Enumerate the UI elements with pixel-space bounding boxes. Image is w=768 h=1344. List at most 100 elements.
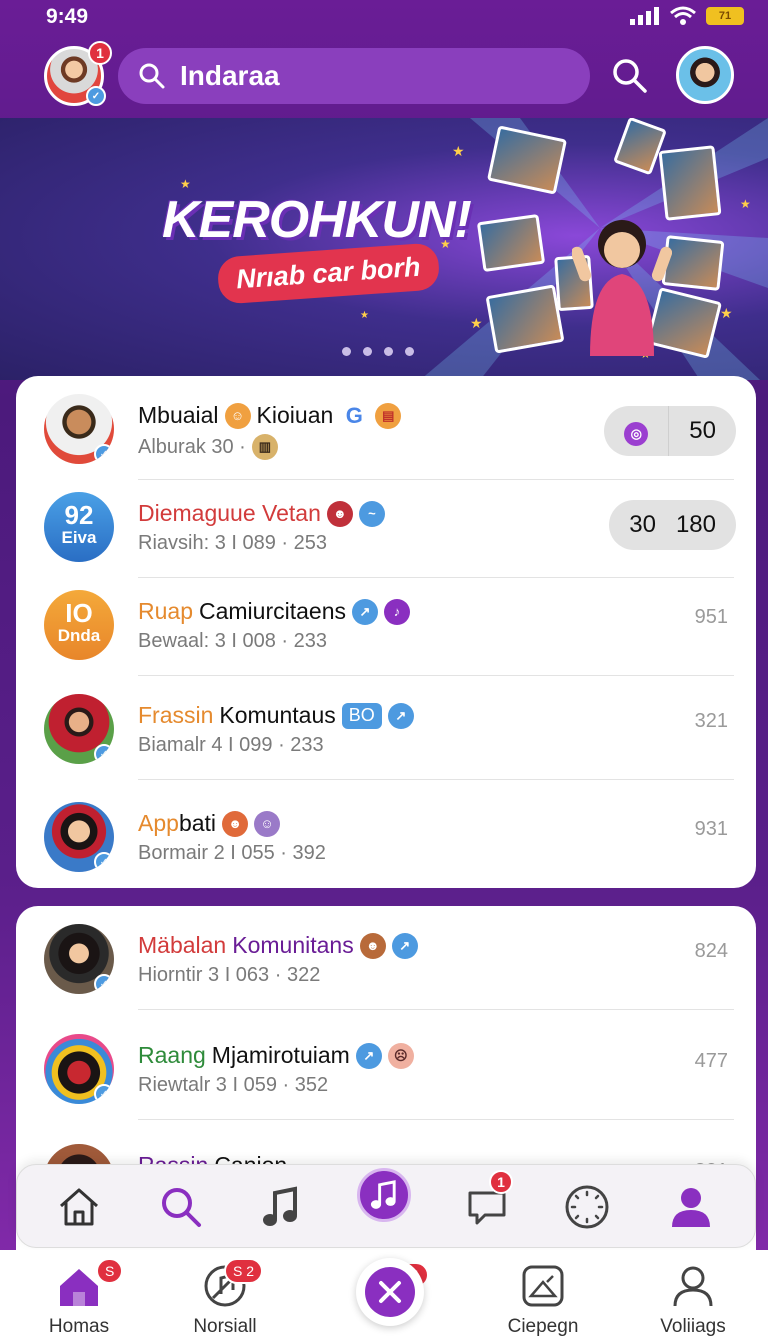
nav-home[interactable]: Homas S [14,1258,144,1338]
nav-badge: S [96,1258,124,1284]
list-item[interactable]: ✓ Mäbalan Komunitans ☻ ↗ Hiorntir 3 I 06… [16,906,756,1010]
pill-value: 50 [689,417,716,444]
verified-icon: ✓ [94,744,114,764]
item-title: Ruap Camiurcitaens ↗ ♪ [138,598,410,625]
person-icon [672,1188,710,1227]
chat-icon: ~ [358,500,385,527]
nav-social[interactable]: Norsiall S 2 [160,1258,290,1338]
nav-create[interactable]: Ciepegn [478,1258,608,1338]
search-icon [139,63,165,89]
pagination-dot[interactable] [363,347,372,356]
pagination-dot[interactable] [342,347,351,356]
tab-bar: 1 [16,1164,756,1248]
music-icon: ♪ [383,598,410,625]
nav-label: Homas [48,1316,110,1337]
status-time: 9:49 [46,5,89,28]
item-meta: Bormair 2 I 055 · 392 [138,842,326,864]
avatar-icon: ☺ [254,810,281,837]
svg-text:★: ★ [720,305,733,321]
item-name: Mbuaial [138,402,219,428]
nav-label: Norsiall [193,1316,257,1337]
tab-music[interactable] [251,1177,311,1237]
search-value: Indaraa [180,60,280,91]
community-avatar: ✓ [44,394,114,464]
item-name: Camiurcitaens [198,598,346,624]
item-name: Komunitans [232,932,354,958]
item-count: 477 [694,1050,728,1072]
item-name: Komuntaus [219,702,336,728]
home-icon [60,1188,98,1226]
close-button[interactable] [356,1258,424,1326]
banner-person [572,220,672,356]
pagination-dot[interactable] [384,347,393,356]
member-count-pill[interactable]: ◎ 50 [604,406,736,456]
tab-search[interactable] [151,1177,211,1237]
badge-text: Dnda [57,626,101,646]
row-divider [138,1119,734,1120]
search-button[interactable] [610,56,650,96]
banner-pagination[interactable] [342,347,414,356]
tab-clock[interactable] [557,1177,617,1237]
item-meta: Riewtalr 3 I 059 · 352 [138,1074,329,1096]
pagination-dot[interactable] [405,347,414,356]
item-name-accent: Raang [138,1042,206,1068]
verified-icon: ✓ [94,444,114,464]
item-name: Diemaguue Vetan [138,500,321,526]
pin-icon: ↗ [387,702,414,729]
list-item[interactable]: ✓ Frassin Komuntaus BO ↗ Biamalr 4 I 099… [16,676,756,780]
item-name-accent: App [138,810,179,836]
pill-icon-segment: ◎ [604,417,668,446]
badge-number: 92 [64,500,94,530]
item-meta: Alburak 30 · [138,435,246,458]
item-name: bati [178,810,217,836]
messages-badge: 1 [489,1170,513,1194]
item-name-accent: Mäbalan [138,932,227,958]
calendar-icon: ▤ [375,402,402,429]
verified-icon: ✓ [94,852,114,872]
user-avatar[interactable] [676,46,734,104]
item-count: 824 [694,940,728,962]
home-icon [60,1269,98,1306]
list-item[interactable]: ✓ App bati ☻ ☺ Bormair 2 I 055 · 392 931 [16,784,756,888]
row-divider [138,1009,734,1010]
list-item[interactable]: IO Dnda Ruap Camiurcitaens ↗ ♪ Bewaal: 3… [16,572,756,676]
tab-music-player[interactable] [357,1168,411,1222]
community-number-badge: IO Dnda [44,590,114,660]
banner-photo [485,284,565,354]
item-name-accent: Ruap [138,598,193,624]
item-name-rest: Kioiuan [256,402,334,428]
search-icon [162,1188,201,1227]
community-list-card: ✓ Mbuaial ☺ Kioiuan G ▤ Alburak 30 · ▥ ◎… [16,376,756,888]
nav-label: Voliiags [660,1316,726,1337]
search-input[interactable]: Indaraa [118,48,590,104]
svg-text:★: ★ [470,315,483,331]
pill-right-value: 180 [675,511,716,538]
battery-icon: 71 [706,7,744,25]
tab-home[interactable] [49,1177,109,1237]
item-name: Mjamirotuiam [211,1042,350,1068]
item-meta-row: Alburak 30 · ▥ [138,434,278,460]
badge-number: IO [65,598,93,628]
nav-profile[interactable]: Voliiags [628,1258,758,1338]
list-item[interactable]: ✓ Raang Mjamirotuiam ↗ ☹ Riewtalr 3 I 05… [16,1016,756,1120]
tab-profile[interactable] [661,1177,721,1237]
item-count: 951 [694,606,728,628]
community-number-badge: 92 Eiva [44,492,114,562]
avatar-icon: ☻ [222,810,249,837]
item-title: Diemaguue Vetan ☻ ~ [138,500,385,527]
member-count-pill[interactable]: 30 180 [609,500,736,550]
item-title: Mäbalan Komunitans ☻ ↗ [138,932,418,959]
promo-banner[interactable]: ★★ ★★ ★★ ★★ KEROHKUN! Nrıab car borh [0,118,768,380]
list-item[interactable]: 92 Eiva Diemaguue Vetan ☻ ~ Riavsih: 3 I… [16,474,756,578]
community-avatar: ✓ [44,802,114,872]
badge-text: Eiva [61,528,97,548]
row-divider [138,779,734,780]
avatar-icon: ☻ [359,932,386,959]
battery-level: 71 [718,10,732,22]
item-title: Frassin Komuntaus BO ↗ [138,702,414,729]
music-note-icon [370,1180,396,1209]
item-meta: Hiorntir 3 I 063 · 322 [138,964,321,986]
search-icon [613,59,647,93]
community-avatar: ✓ [44,694,114,764]
list-item[interactable]: ✓ Mbuaial ☺ Kioiuan G ▤ Alburak 30 · ▥ ◎… [16,376,756,480]
